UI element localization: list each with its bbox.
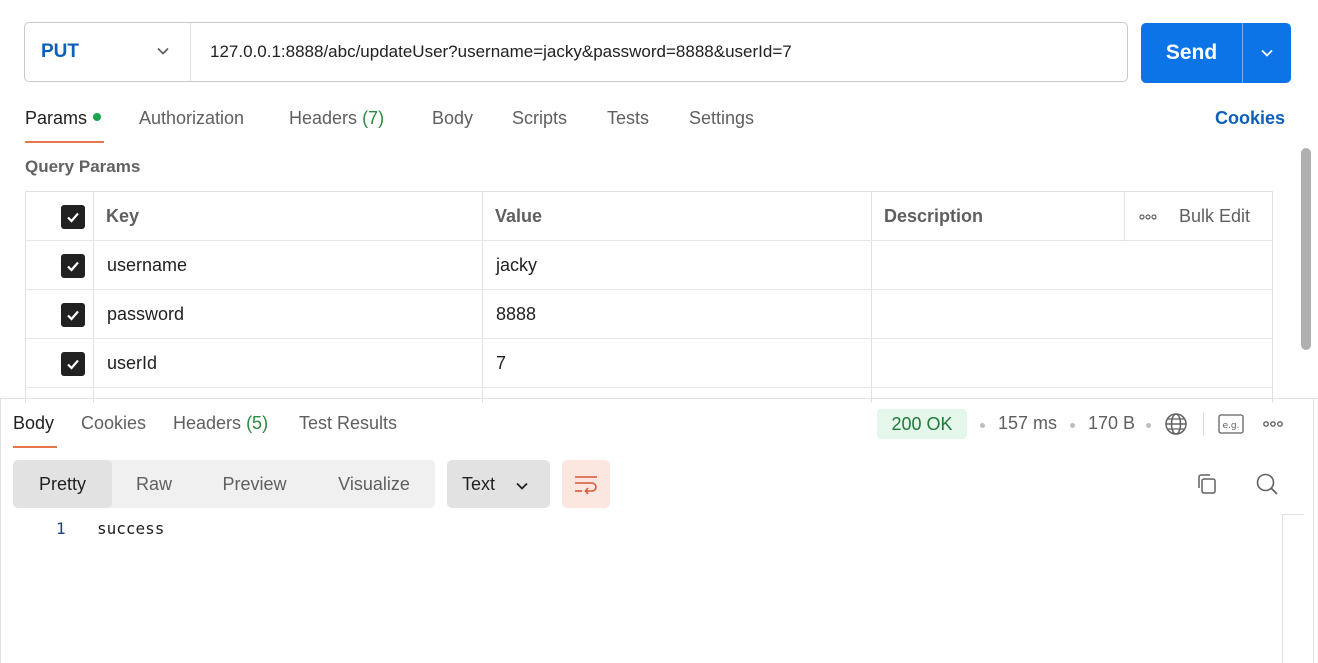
param-value[interactable]: 7 (496, 339, 506, 388)
tab-scripts[interactable]: Scripts (512, 108, 567, 129)
tab-headers[interactable]: Headers (7) (289, 108, 384, 129)
editor-scrollbar-track[interactable] (1282, 515, 1283, 663)
select-all-checkbox[interactable] (61, 204, 85, 229)
tab-headers-label: Headers (289, 108, 358, 128)
scrollbar-thumb[interactable] (1301, 148, 1311, 350)
globe-icon[interactable] (1163, 411, 1189, 437)
send-button-group: Send (1141, 23, 1291, 83)
response-tab-body[interactable]: Body (13, 413, 54, 434)
line-number: 1 (56, 519, 66, 538)
chevron-down-icon (516, 482, 528, 490)
row-checkbox-cell (61, 339, 85, 388)
check-icon (67, 310, 79, 321)
format-label: Text (462, 473, 496, 494)
view-mode-visualize[interactable]: Visualize (313, 460, 435, 508)
active-tab-underline (13, 446, 57, 448)
view-mode-preview[interactable]: Preview (196, 460, 313, 508)
chevron-down-icon (1261, 49, 1273, 57)
response-pane-divider[interactable] (0, 398, 1318, 399)
query-params-table: Key Value Description Bulk Edit username… (25, 191, 1273, 403)
row-checkbox[interactable] (61, 302, 85, 327)
separator-dot (1146, 423, 1151, 428)
response-time[interactable]: 157 ms (998, 413, 1057, 434)
check-icon (67, 261, 79, 272)
response-tab-headers[interactable]: Headers (5) (173, 413, 268, 434)
separator-dot (980, 423, 985, 428)
response-pane-border (1313, 398, 1314, 663)
cookies-link[interactable]: Cookies (1215, 108, 1285, 129)
tab-params[interactable]: Params (25, 108, 102, 129)
param-key[interactable]: password (107, 290, 184, 339)
param-value[interactable]: jacky (496, 241, 537, 290)
tab-authorization[interactable]: Authorization (139, 108, 244, 129)
url-input[interactable] (210, 23, 1110, 81)
table-row: userId 7 (26, 339, 1272, 388)
query-params-title: Query Params (25, 157, 141, 176)
copy-icon[interactable] (1194, 471, 1220, 497)
tab-headers-count: (7) (362, 108, 385, 128)
svg-text:e.g.: e.g. (1223, 421, 1240, 431)
format-select[interactable]: Text (447, 460, 550, 508)
send-button[interactable]: Send (1141, 23, 1242, 83)
view-mode-raw[interactable]: Raw (112, 460, 196, 508)
view-mode-pretty[interactable]: Pretty (13, 460, 112, 508)
response-pane-border (0, 398, 1, 663)
search-icon[interactable] (1254, 471, 1280, 497)
more-options-icon[interactable] (1138, 192, 1158, 241)
method-label: PUT (41, 41, 79, 62)
view-mode-selector: Pretty Raw Preview Visualize (13, 460, 435, 508)
response-body-text[interactable]: success (97, 519, 164, 538)
row-checkbox[interactable] (61, 351, 85, 376)
active-indicator-dot (93, 113, 102, 121)
param-key[interactable]: userId (107, 339, 157, 388)
param-description[interactable] (884, 241, 1264, 290)
column-header-key: Key (106, 206, 140, 226)
chevron-down-icon (157, 47, 169, 55)
active-tab-underline (25, 141, 104, 143)
check-icon (67, 212, 79, 223)
param-description[interactable] (884, 290, 1264, 339)
tab-settings[interactable]: Settings (689, 108, 754, 129)
wrap-lines-icon (575, 476, 597, 495)
toolbar-divider (1203, 412, 1204, 436)
param-value[interactable]: 8888 (496, 290, 536, 339)
method-select[interactable]: PUT (25, 23, 191, 81)
column-header-description: Description (884, 206, 984, 226)
response-tab-headers-label: Headers (173, 413, 242, 433)
response-tab-test-results[interactable]: Test Results (299, 413, 397, 434)
editor-scrollbar-track (1282, 514, 1304, 515)
response-tab-headers-count: (5) (246, 413, 269, 433)
wrap-lines-button[interactable] (562, 460, 610, 508)
row-checkbox-cell (61, 290, 85, 339)
bulk-edit-button[interactable]: Bulk Edit (1179, 192, 1250, 241)
select-all-cell (61, 192, 85, 241)
param-key[interactable]: username (107, 241, 187, 290)
table-row: password 8888 (26, 290, 1272, 339)
separator-dot (1070, 423, 1075, 428)
response-size[interactable]: 170 B (1088, 413, 1135, 434)
check-icon (67, 359, 79, 370)
column-header-value: Value (495, 206, 543, 226)
param-description[interactable] (884, 339, 1264, 388)
url-bar: PUT (24, 22, 1128, 82)
status-badge[interactable]: 200 OK (877, 409, 967, 439)
send-options-button[interactable] (1243, 23, 1291, 83)
example-icon[interactable]: e.g. (1217, 413, 1245, 435)
row-checkbox[interactable] (61, 253, 85, 278)
table-row: username jacky (26, 241, 1272, 290)
tab-body[interactable]: Body (432, 108, 473, 129)
table-header-row: Key Value Description Bulk Edit (26, 192, 1272, 241)
tab-tests[interactable]: Tests (607, 108, 649, 129)
response-tab-cookies[interactable]: Cookies (81, 413, 146, 434)
row-checkbox-cell (61, 241, 85, 290)
column-divider (1124, 192, 1125, 241)
more-options-icon[interactable] (1261, 414, 1285, 434)
tab-params-label: Params (25, 108, 88, 128)
